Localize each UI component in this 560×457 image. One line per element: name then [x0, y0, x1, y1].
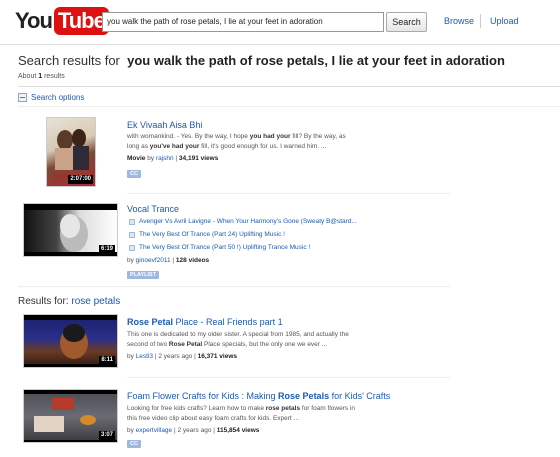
youtube-logo[interactable]: You Tube: [15, 6, 109, 36]
related-1-title-link[interactable]: Rose Petal Place - Real Friends part 1: [127, 317, 283, 327]
related-2-title-c: for Kids' Crafts: [329, 391, 391, 401]
masthead: You Tube you walk the path of rose petal…: [0, 0, 560, 46]
movie-title-link[interactable]: Ek Vivaah Aisa Bhi: [127, 120, 202, 130]
search-options-label: Search options: [31, 93, 85, 102]
movie-views: 34,191 views: [178, 155, 219, 162]
related-1-title-rest: Place - Real Friends part 1: [173, 317, 283, 327]
result-divider: [127, 193, 450, 194]
search-options-toggle[interactable]: Search options: [18, 93, 84, 102]
related-2-title-link[interactable]: Foam Flower Crafts for Kids : Making Ros…: [127, 391, 390, 401]
playlist-duration: 6:19: [98, 245, 115, 254]
search-input[interactable]: you walk the path of rose petals, I lie …: [102, 12, 384, 32]
related-2-desc-1c: for foam flowers in: [300, 405, 355, 412]
related-2-desc-line2: this free video clip about easy foam cra…: [127, 415, 299, 422]
playlist-entry-1[interactable]: Avenger Vs Avril Lavigne - When Your Har…: [129, 218, 357, 225]
playlist-entry-icon: [129, 244, 135, 251]
related-1-desc-line2: second of two Rose Petal Place specials,…: [127, 340, 327, 350]
result-divider: [127, 377, 450, 378]
related-2-title-bold: Rose Petals: [278, 391, 330, 401]
movie-desc-1a: with womankind. - Yes. By the way, I hop…: [127, 133, 250, 140]
related-1-views: 16,371 views: [197, 353, 238, 360]
options-divider-bottom: [18, 106, 560, 107]
related-2-desc-line1: Looking for free kids crafts? Learn how …: [127, 404, 355, 414]
results-count-prefix: About: [18, 73, 39, 80]
header-divider: [0, 44, 560, 45]
related-2-by: by: [127, 427, 136, 434]
section-divider: [18, 286, 450, 287]
movie-desc-1c: fill? By the way, as: [290, 133, 346, 140]
related-heading-query-link[interactable]: rose petals: [71, 296, 120, 307]
movie-type: Movie: [127, 155, 146, 162]
results-heading-prefix: Search results for: [18, 53, 124, 68]
expand-icon: [18, 93, 27, 102]
related-2-title-a: Foam Flower Crafts for Kids : Making: [127, 391, 279, 401]
related-1-thumbnail[interactable]: 8:11: [23, 314, 118, 368]
movie-author-link[interactable]: rajshri: [156, 155, 174, 162]
results-count-suffix: results: [42, 73, 65, 80]
related-2-desc-1a: Looking for free kids crafts? Learn how …: [127, 405, 266, 412]
nav-divider: [480, 14, 481, 28]
movie-desc-2c: fill, it's good enough for us. I warned …: [199, 143, 327, 150]
playlist-entry-icon: [129, 218, 135, 225]
playlist-entry-1-label: Avenger Vs Avril Lavigne - When Your Har…: [139, 218, 357, 225]
playlist-author-link[interactable]: ginoevf2011: [136, 257, 171, 264]
playlist-by: by: [127, 257, 136, 264]
related-1-author-link[interactable]: Lestl3: [136, 353, 153, 360]
logo-tube-text: Tube: [53, 7, 109, 35]
related-1-by: by: [127, 353, 136, 360]
related-2-meta: by expertvillage | 2 years ago | 115,854…: [127, 427, 259, 434]
results-heading: Search results for you walk the path of …: [18, 53, 505, 68]
related-heading-prefix: Results for:: [18, 296, 72, 307]
playlist-badge: PLAYLIST: [127, 271, 160, 279]
playlist-video-count: 128 videos: [175, 257, 210, 264]
playlist-entry-2[interactable]: The Very Best Of Trance (Part 24) Uplift…: [129, 231, 285, 238]
movie-desc-2a: long as: [127, 143, 150, 150]
related-1-title-bold: Rose Petal: [127, 317, 174, 327]
nav-upload-link[interactable]: Upload: [490, 16, 519, 26]
related-1-desc-2c: Place specials, but the only one we ever…: [202, 341, 328, 348]
movie-meta: Movie by rajshri | 34,191 views: [127, 155, 219, 162]
logo-you-text: You: [15, 8, 53, 33]
related-1-meta: by Lestl3 | 2 years ago | 16,371 views: [127, 353, 237, 360]
results-count: About 1 results: [18, 73, 65, 80]
movie-duration: 2:07:00: [68, 175, 93, 184]
movie-desc-1b: you had your: [249, 133, 291, 140]
related-1-age: | 2 years ago |: [153, 353, 198, 360]
playlist-entry-2-label: The Very Best Of Trance (Part 24) Uplift…: [139, 231, 285, 238]
related-2-desc-1b: rose petals: [265, 405, 301, 412]
related-2-views: 115,854 views: [216, 427, 260, 434]
related-2-author-link[interactable]: expertvillage: [136, 427, 173, 434]
related-1-desc-2b: Rose Petal: [168, 341, 203, 348]
movie-desc-line2: long as you've had your fill, it's good …: [127, 142, 326, 152]
cc-badge: CC: [127, 440, 141, 448]
playlist-thumbnail[interactable]: 6:19: [23, 203, 118, 257]
results-heading-query: you walk the path of rose petals, I lie …: [127, 53, 505, 68]
playlist-entry-icon: [129, 231, 135, 238]
related-2-thumbnail[interactable]: 3:07: [23, 389, 118, 443]
related-1-duration: 8:11: [99, 356, 115, 365]
nav-browse-link[interactable]: Browse: [444, 16, 474, 26]
movie-by: by: [145, 155, 156, 162]
related-2-age: | 2 years ago |: [172, 427, 217, 434]
movie-thumbnail[interactable]: Ek Vivaah 2:07:00: [46, 117, 96, 187]
movie-desc-2b: you've had your: [149, 143, 200, 150]
playlist-entry-3[interactable]: The Very Best Of Trance (Part 50 !) Upli…: [129, 244, 310, 251]
related-2-duration: 3:07: [98, 431, 115, 440]
playlist-entry-3-label: The Very Best Of Trance (Part 50 !) Upli…: [139, 244, 311, 251]
cc-badge: CC: [127, 170, 141, 178]
related-1-desc-line1: This one is dedicated to my older sister…: [127, 331, 349, 338]
related-section-heading: Results for: rose petals: [18, 296, 120, 307]
playlist-meta: by ginoevf2011 | 128 videos: [127, 257, 210, 264]
related-1-desc-2a: second of two: [127, 341, 169, 348]
search-button[interactable]: Search: [386, 12, 427, 32]
movie-desc-line1: with womankind. - Yes. By the way, I hop…: [127, 132, 346, 142]
playlist-title-link[interactable]: Vocal Trance: [127, 204, 179, 214]
options-divider-top: [18, 86, 560, 87]
